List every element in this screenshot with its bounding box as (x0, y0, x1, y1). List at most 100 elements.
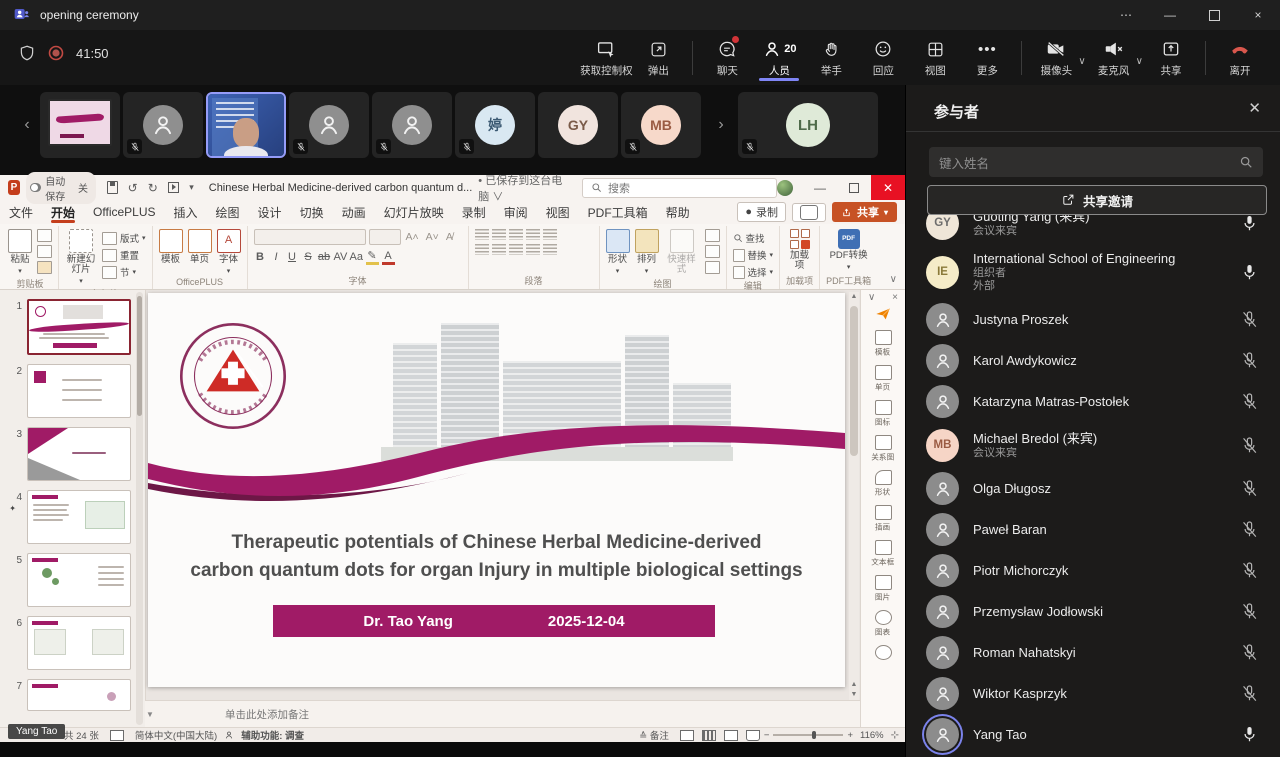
mic-on-icon[interactable] (1240, 263, 1259, 282)
reading-view-button[interactable] (724, 730, 738, 741)
mic-off-icon[interactable] (1240, 392, 1259, 411)
spacing-button[interactable]: AV (334, 251, 347, 263)
scroll-up-arrow[interactable]: ▲ (849, 292, 859, 302)
participant-row[interactable]: Paweł Baran (906, 509, 1280, 550)
mic-on-icon[interactable] (1240, 725, 1259, 744)
tile-screenshare-preview[interactable] (40, 92, 120, 158)
language-status[interactable]: 简体中文(中国大陆) (135, 728, 217, 742)
justify-icon[interactable] (526, 244, 540, 255)
format-painter-icon[interactable] (37, 261, 52, 274)
bullets-icon[interactable] (475, 229, 489, 240)
align-left-icon[interactable] (475, 244, 489, 255)
reset-button[interactable]: 重置 (102, 248, 146, 262)
arrange-button[interactable]: 排列▾ (635, 229, 659, 277)
slideshow-view-button[interactable] (746, 730, 760, 741)
scrollbar-thumb[interactable] (850, 306, 858, 456)
menu-officeplus[interactable]: OfficePLUS (84, 200, 164, 224)
mic-on-icon[interactable] (1240, 214, 1259, 233)
participant-row[interactable]: Karol Awdykowicz (906, 340, 1280, 381)
ribbon-collapse-chevron[interactable]: ∨ (886, 274, 903, 289)
rail-icons-button[interactable]: 图标 (861, 400, 905, 428)
line-spacing-icon[interactable] (543, 229, 557, 240)
shadow-button[interactable]: ab (318, 251, 331, 263)
participant-row[interactable]: Justyna Proszek (906, 299, 1280, 340)
participant-row[interactable]: Piotr Michorczyk (906, 550, 1280, 591)
participant-row[interactable]: Olga Długosz (906, 468, 1280, 509)
fit-slide-icon[interactable]: ⊹ (891, 730, 899, 741)
mic-off-icon[interactable] (1240, 479, 1259, 498)
shape-outline-icon[interactable] (705, 245, 720, 258)
layout-button[interactable]: 版式 ▾ (102, 231, 146, 245)
tile-active-speaker-video[interactable] (206, 92, 286, 158)
font-name-select[interactable] (254, 229, 366, 245)
slide-thumb-3[interactable]: 3 (2, 427, 131, 481)
normal-view-button[interactable] (680, 730, 694, 741)
columns-icon[interactable] (543, 244, 557, 255)
zoom-handle[interactable] (812, 731, 816, 739)
share-invite-button[interactable]: 共享邀请 (927, 185, 1267, 215)
menu-record[interactable]: 录制 (453, 200, 495, 224)
menu-insert[interactable]: 插入 (165, 200, 207, 224)
italic-button[interactable]: I (270, 251, 283, 263)
tile-participant-mb[interactable]: MB (621, 92, 701, 158)
font-size-select[interactable] (369, 229, 401, 245)
tile-participant-lh[interactable]: LH (738, 92, 878, 158)
mic-off-icon[interactable] (1240, 684, 1259, 703)
mic-off-icon[interactable] (1240, 436, 1259, 455)
participant-row[interactable]: Przemysław Jodłowski (906, 591, 1280, 632)
menu-help[interactable]: 帮助 (657, 200, 699, 224)
notes-toggle[interactable]: ≙ 备注 (639, 728, 669, 742)
rail-chart-button[interactable]: 图表 (861, 610, 905, 638)
slide-thumb-5[interactable]: 5 (2, 553, 131, 607)
shape-fill-icon[interactable] (705, 229, 720, 242)
grow-font-icon[interactable]: A˄ (404, 231, 421, 243)
participant-search-input[interactable]: 键入姓名 (929, 147, 1263, 177)
tile-participant-avatar[interactable] (289, 92, 369, 158)
mic-button[interactable]: 麦克风 (1088, 33, 1140, 78)
align-center-icon[interactable] (492, 244, 506, 255)
quick-styles-button[interactable]: 快速样式 (664, 229, 700, 275)
numbering-icon[interactable] (492, 229, 506, 240)
save-icon[interactable] (107, 181, 118, 194)
font-color-button[interactable]: A (382, 250, 395, 265)
mic-off-icon[interactable] (1240, 310, 1259, 329)
participant-row-speaking[interactable]: Yang Tao (906, 714, 1280, 755)
slide-sorter-view-button[interactable] (702, 730, 716, 741)
rail-pen-button[interactable] (861, 645, 905, 661)
rail-diagram-button[interactable]: 关系图 (861, 435, 905, 463)
menu-view[interactable]: 视图 (537, 200, 579, 224)
template-button[interactable]: 模板 (159, 229, 183, 265)
ppt-search-box[interactable]: 搜索 (582, 178, 777, 198)
zoom-in-button[interactable]: + (847, 730, 853, 741)
replace-button[interactable]: 替换 ▾ (733, 248, 774, 262)
tile-participant-avatar[interactable] (123, 92, 203, 158)
participant-row[interactable]: Wiktor Kasprzyk (906, 673, 1280, 714)
thumbnail-scrollbar[interactable] (136, 292, 143, 725)
undo-icon[interactable]: ↺ (128, 181, 138, 195)
rail-textbox-button[interactable]: 文本框 (861, 540, 905, 568)
slide-thumb-1[interactable]: 1 (2, 299, 131, 355)
shrink-font-icon[interactable]: A˅ (424, 231, 441, 243)
find-button[interactable]: 查找 (733, 231, 774, 245)
rail-template-button[interactable]: 模板 (861, 330, 905, 358)
pdf-convert-button[interactable]: PDF PDF转换▾ (830, 229, 868, 273)
tile-participant-avatar[interactable] (372, 92, 452, 158)
menu-review[interactable]: 审阅 (495, 200, 537, 224)
paste-button[interactable]: 粘贴▾ (8, 229, 32, 277)
bold-button[interactable]: B (254, 251, 267, 263)
ppt-close-button[interactable]: ✕ (871, 175, 905, 200)
clear-format-icon[interactable]: A̸ (444, 231, 455, 243)
participant-row[interactable]: IE International School of Engineering组织… (906, 245, 1280, 299)
window-minimize-button[interactable]: — (1148, 0, 1192, 30)
slide-vertical-scrollbar[interactable]: ▲ ▲ ▼ (849, 292, 859, 700)
notes-bar[interactable]: ▼ 单击此处添加备注 (145, 700, 860, 728)
participant-row[interactable]: Roman Nahatskyi (906, 632, 1280, 673)
request-control-button[interactable]: 获取控制权 (580, 33, 632, 78)
comments-button[interactable] (792, 203, 826, 222)
strip-next-chevron[interactable]: › (708, 116, 734, 134)
menu-animations[interactable]: 动画 (333, 200, 375, 224)
underline-button[interactable]: U (286, 251, 299, 263)
mic-off-icon[interactable] (1240, 643, 1259, 662)
slide[interactable]: Therapeutic potentials of Chinese Herbal… (148, 293, 845, 687)
more-button[interactable]: ••• 更多 (961, 33, 1013, 78)
